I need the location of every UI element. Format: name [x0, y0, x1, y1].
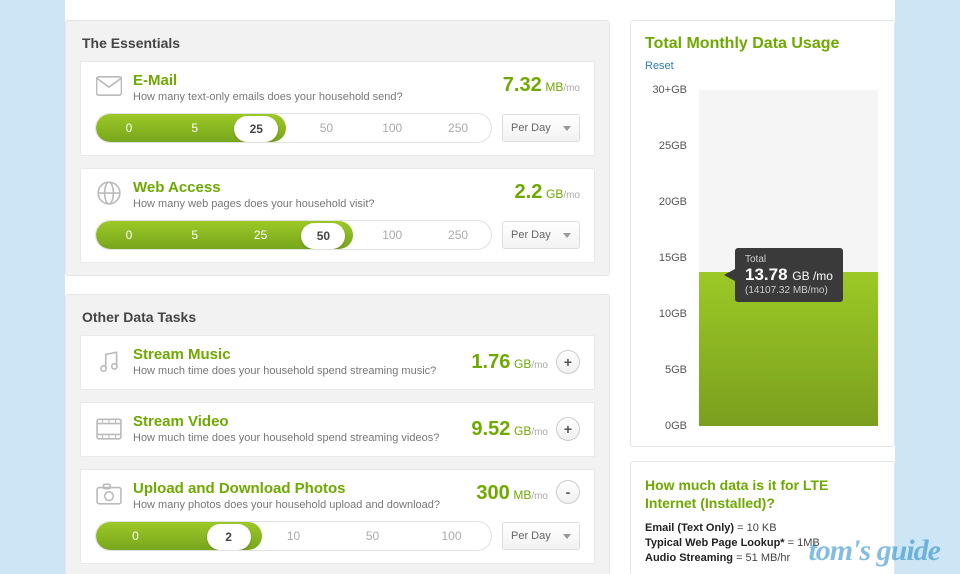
chevron-down-icon	[563, 126, 571, 131]
usage-tooltip: Total 13.78 GB /mo (14107.32 MB/mo)	[735, 248, 843, 302]
video-value: 9.52 GB/mo	[458, 416, 548, 441]
info-title: How much data is it for LTE Internet (In…	[645, 476, 880, 512]
web-title: Web Access	[133, 179, 490, 196]
photos-frequency-select[interactable]: Per Day	[502, 522, 580, 550]
slider-option[interactable]: 250	[425, 113, 491, 143]
web-slider[interactable]: 0525 100250 50	[95, 220, 492, 250]
slider-thumb[interactable]: 2	[207, 524, 251, 550]
photos-title: Upload and Download Photos	[133, 480, 458, 497]
reset-link[interactable]: Reset	[645, 60, 674, 72]
film-icon	[95, 415, 123, 443]
slider-option[interactable]: 100	[359, 220, 425, 250]
other-title: Other Data Tasks	[82, 309, 595, 325]
watermark: tom's guide	[808, 534, 940, 568]
slider-option[interactable]: 10	[254, 521, 333, 551]
web-sub: How many web pages does your household v…	[133, 198, 490, 210]
web-value: 2.2 GB/mo	[490, 179, 580, 204]
photos-slider[interactable]: 0 1050100 2	[95, 521, 492, 551]
axis-tick: 5GB	[665, 364, 687, 376]
camera-icon	[95, 480, 123, 508]
info-row: Email (Text Only) = 10 KB	[645, 522, 880, 534]
axis-tick: 10GB	[659, 308, 687, 320]
email-card: E-Mail How many text-only emails does yo…	[80, 61, 595, 156]
slider-option[interactable]: 25	[228, 220, 294, 250]
essentials-title: The Essentials	[82, 35, 595, 51]
slider-option[interactable]: 0	[96, 113, 162, 143]
slider-option[interactable]: 250	[425, 220, 491, 250]
video-title: Stream Video	[133, 413, 458, 430]
music-card: Stream Music How much time does your hou…	[80, 335, 595, 390]
slider-option[interactable]: 0	[96, 220, 162, 250]
photos-sub: How many photos does your household uplo…	[133, 499, 458, 511]
music-title: Stream Music	[133, 346, 458, 363]
email-sub: How many text-only emails does your hous…	[133, 91, 490, 103]
photos-card: Upload and Download Photos How many phot…	[80, 469, 595, 564]
essentials-panel: The Essentials E-Mail How many text-only…	[65, 20, 610, 276]
email-slider[interactable]: 05 50100250 25	[95, 113, 492, 143]
email-value: 7.32 MB/mo	[490, 72, 580, 97]
chevron-down-icon	[563, 534, 571, 539]
email-frequency-select[interactable]: Per Day	[502, 114, 580, 142]
web-card: Web Access How many web pages does your …	[80, 168, 595, 263]
video-card: Stream Video How much time does your hou…	[80, 402, 595, 457]
music-expand-button[interactable]: +	[556, 350, 580, 374]
globe-icon	[95, 179, 123, 207]
music-sub: How much time does your household spend …	[133, 365, 458, 377]
slider-option[interactable]: 50	[333, 521, 412, 551]
usage-panel: Total Monthly Data Usage Reset 30+GB 25GB…	[630, 20, 895, 447]
envelope-icon	[95, 72, 123, 100]
music-note-icon	[95, 348, 123, 376]
slider-option[interactable]: 5	[162, 113, 228, 143]
video-expand-button[interactable]: +	[556, 417, 580, 441]
music-value: 1.76 GB/mo	[458, 349, 548, 374]
other-panel: Other Data Tasks Stream Music How much t…	[65, 294, 610, 574]
usage-title: Total Monthly Data Usage	[645, 35, 880, 53]
axis-tick: 15GB	[659, 252, 687, 264]
photos-value: 300 MB/mo	[458, 480, 548, 505]
photos-collapse-button[interactable]: -	[556, 480, 580, 504]
email-title: E-Mail	[133, 72, 490, 89]
chevron-down-icon	[563, 233, 571, 238]
web-frequency-select[interactable]: Per Day	[502, 221, 580, 249]
slider-option[interactable]: 100	[359, 113, 425, 143]
axis-tick: 30+GB	[652, 84, 687, 96]
slider-thumb[interactable]: 25	[234, 116, 278, 142]
video-sub: How much time does your household spend …	[133, 432, 458, 444]
axis-tick: 25GB	[659, 140, 687, 152]
slider-option[interactable]: 50	[293, 113, 359, 143]
usage-chart: 30+GB 25GB 20GB 15GB 10GB 5GB 0GB Total 13.78 …	[645, 84, 880, 432]
slider-thumb[interactable]: 50	[301, 223, 345, 249]
axis-tick: 20GB	[659, 196, 687, 208]
slider-option[interactable]: 100	[412, 521, 491, 551]
slider-option[interactable]: 5	[162, 220, 228, 250]
slider-option[interactable]: 0	[96, 521, 175, 551]
axis-tick: 0GB	[665, 420, 687, 432]
